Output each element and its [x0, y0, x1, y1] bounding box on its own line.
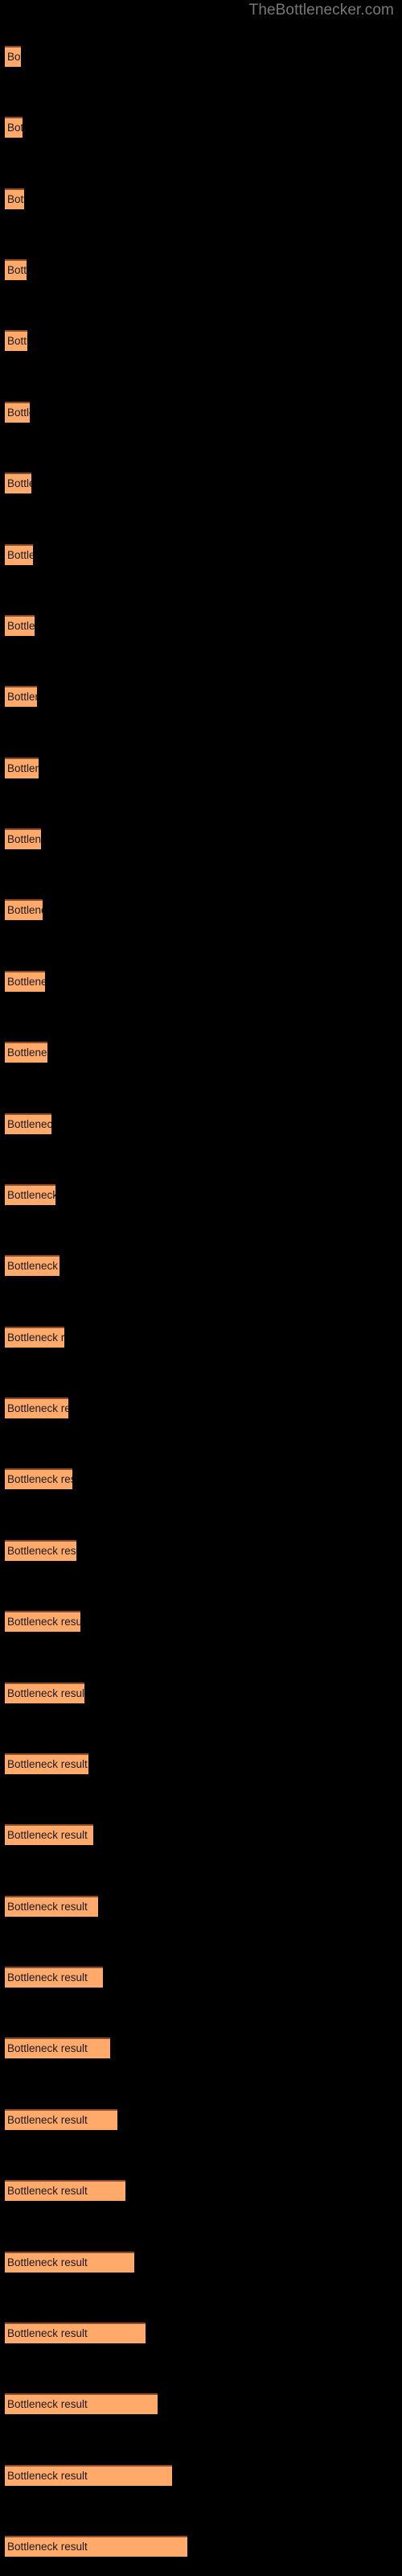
bar[interactable]: Bottleneck result — [5, 1896, 98, 1917]
bar[interactable]: Bottleneck result — [5, 686, 37, 707]
bar-label: Bottleneck result — [7, 1331, 64, 1344]
bar-label: Bottleneck result — [7, 976, 45, 988]
bar-label: Bottleneck result — [7, 904, 43, 916]
bar-label: Bottleneck result — [7, 2541, 88, 2553]
bar[interactable]: Bottleneck result — [5, 1184, 55, 1205]
bar-label: Bottleneck result — [7, 264, 27, 276]
bar-label: Bottleneck result — [7, 477, 31, 489]
bar[interactable]: Bottleneck result — [5, 1113, 51, 1134]
bar-label: Bottleneck result — [7, 1687, 84, 1699]
bar[interactable]: Bottleneck result — [5, 2037, 110, 2058]
bar[interactable]: Bottleneck result — [5, 899, 43, 920]
bar-label: Bottleneck result — [7, 2327, 88, 2339]
bar-label: Bottleneck result — [7, 1901, 88, 1913]
bar-label: Bottleneck result — [7, 51, 21, 63]
bar-label: Bottleneck result — [7, 1829, 88, 1841]
bar[interactable]: Bottleneck result — [5, 758, 39, 778]
bar[interactable]: Bottleneck result — [5, 828, 41, 849]
bar-label: Bottleneck result — [7, 620, 35, 632]
bar-label: Bottleneck result — [7, 407, 30, 419]
bar-label: Bottleneck result — [7, 2114, 88, 2126]
bar-label: Bottleneck result — [7, 1046, 47, 1059]
bottleneck-bar-chart: TheBottlenecker.com Bottleneck result Bot… — [0, 0, 402, 2576]
bar[interactable]: Bottleneck result — [5, 1824, 93, 1845]
bar[interactable]: Bottleneck result — [5, 2536, 187, 2557]
bar-label: Bottleneck result — [7, 122, 23, 134]
bar-label: Bottleneck result — [7, 2185, 88, 2197]
bar-label: Bottleneck result — [7, 762, 39, 774]
bar[interactable]: Bottleneck result — [5, 1042, 47, 1063]
bar[interactable]: Bottleneck result — [5, 544, 33, 565]
bar[interactable]: Bottleneck result — [5, 188, 24, 209]
bar[interactable]: Bottleneck result — [5, 1468, 72, 1489]
bar-label: Bottleneck result — [7, 1402, 68, 1414]
bar[interactable]: Bottleneck result — [5, 2109, 117, 2130]
bar-label: Bottleneck result — [7, 2256, 88, 2268]
bar[interactable]: Bottleneck result — [5, 1255, 59, 1276]
bar-label: Bottleneck result — [7, 1260, 59, 1272]
bar[interactable]: Bottleneck result — [5, 1967, 103, 1988]
bar[interactable]: Bottleneck result — [5, 473, 31, 493]
bar[interactable]: Bottleneck result — [5, 402, 30, 423]
bar[interactable]: Bottleneck result — [5, 2465, 172, 2486]
bar-label: Bottleneck result — [7, 1971, 88, 1984]
bar[interactable]: Bottleneck result — [5, 1540, 76, 1561]
bar-label: Bottleneck result — [7, 193, 24, 205]
bar[interactable]: Bottleneck result — [5, 1327, 64, 1348]
bar[interactable]: Bottleneck result — [5, 2393, 158, 2414]
bar-label: Bottleneck result — [7, 335, 27, 347]
bar-label: Bottleneck result — [7, 549, 33, 561]
bar[interactable]: Bottleneck result — [5, 2180, 125, 2201]
bar[interactable]: Bottleneck result — [5, 2252, 134, 2273]
bar[interactable]: Bottleneck result — [5, 1611, 80, 1632]
bar[interactable]: Bottleneck result — [5, 117, 23, 138]
bar-label: Bottleneck result — [7, 2470, 88, 2482]
bar[interactable]: Bottleneck result — [5, 1682, 84, 1703]
bar[interactable]: Bottleneck result — [5, 46, 21, 67]
bar[interactable]: Bottleneck result — [5, 1397, 68, 1418]
bar[interactable]: Bottleneck result — [5, 971, 45, 992]
bar-label: Bottleneck result — [7, 1616, 80, 1628]
bar-label: Bottleneck result — [7, 2042, 88, 2054]
bar-label: Bottleneck result — [7, 691, 37, 703]
bar-label: Bottleneck result — [7, 1189, 55, 1201]
bar-label: Bottleneck result — [7, 1118, 51, 1130]
bar[interactable]: Bottleneck result — [5, 1753, 88, 1774]
bar-label: Bottleneck result — [7, 1545, 76, 1557]
bar[interactable]: Bottleneck result — [5, 330, 27, 351]
bar-label: Bottleneck result — [7, 1758, 88, 1770]
bar-label: Bottleneck result — [7, 2398, 88, 2410]
bar[interactable]: Bottleneck result — [5, 259, 27, 280]
bar-label: Bottleneck result — [7, 833, 41, 845]
bar[interactable]: Bottleneck result — [5, 2322, 146, 2343]
bar[interactable]: Bottleneck result — [5, 615, 35, 636]
bar-label: Bottleneck result — [7, 1473, 72, 1485]
site-watermark: TheBottlenecker.com — [248, 2, 394, 19]
